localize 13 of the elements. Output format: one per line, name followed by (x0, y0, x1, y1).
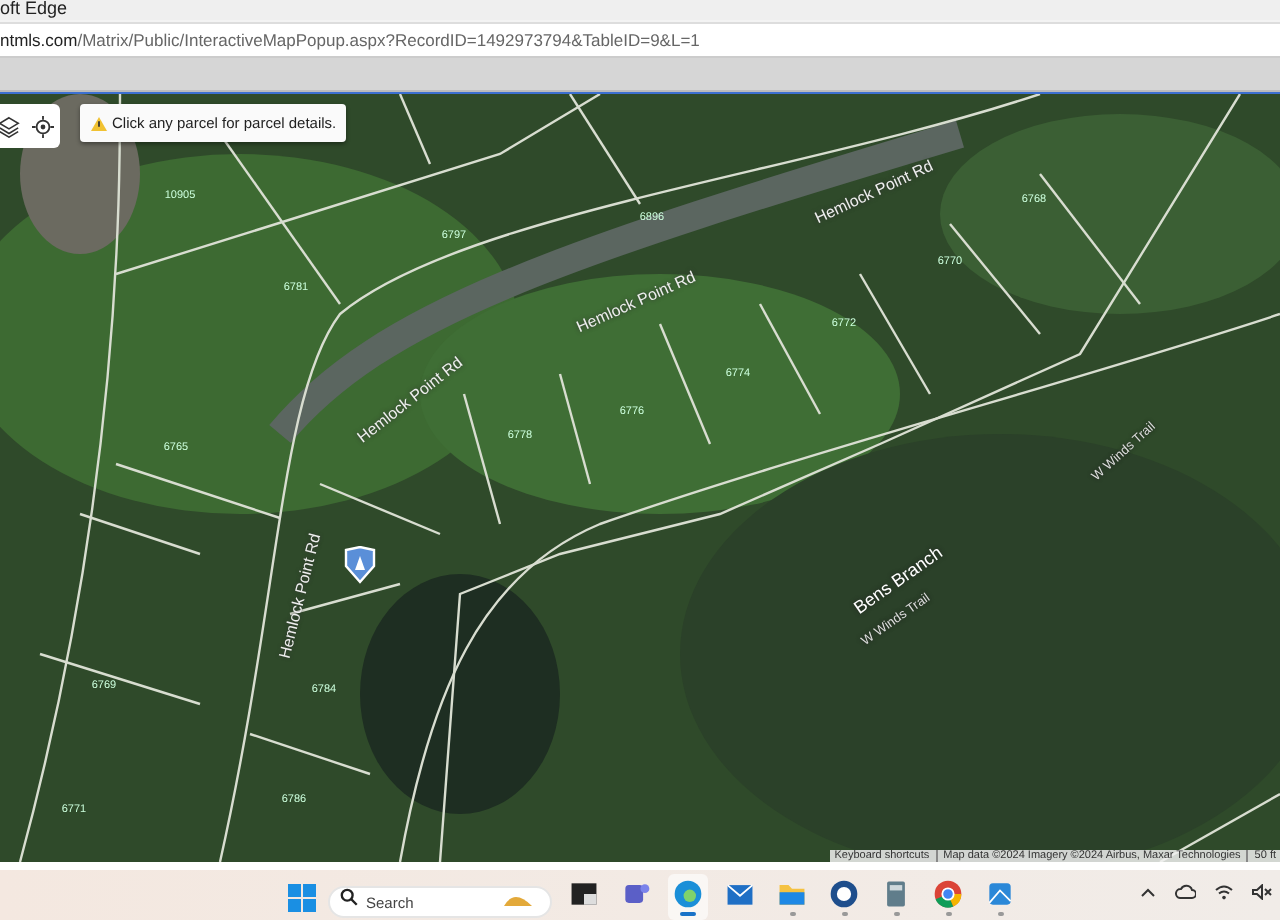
swirl-browser-icon[interactable] (668, 874, 708, 920)
window-title: oft Edge (0, 0, 68, 20)
speaker-muted-icon[interactable] (1252, 884, 1272, 900)
wifi-icon[interactable] (1214, 884, 1234, 900)
shield-marker-icon[interactable] (344, 546, 376, 584)
locate-icon[interactable] (32, 115, 54, 137)
search-icon (340, 888, 358, 906)
chevron-up-icon[interactable] (1140, 886, 1156, 898)
cloud-icon[interactable] (1174, 884, 1196, 900)
warning-icon (90, 115, 108, 131)
road-label: Hemlock Point Rd (275, 531, 325, 661)
layers-icon[interactable] (0, 115, 20, 137)
windows-start-icon[interactable] (288, 883, 316, 911)
